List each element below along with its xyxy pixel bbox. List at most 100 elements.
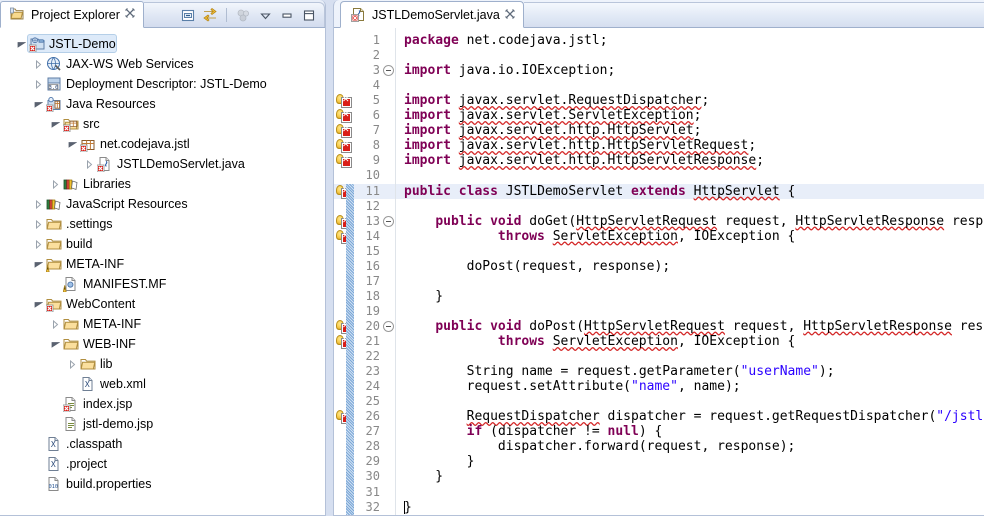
line-number: 29 bbox=[366, 454, 380, 469]
code-line[interactable]: import javax.servlet.http.HttpServletReq… bbox=[404, 138, 756, 153]
line-number-value: 17 bbox=[365, 273, 380, 288]
code-line-text: public void doGet(HttpServletRequest req… bbox=[435, 213, 984, 229]
code-line[interactable]: String name = request.getParameter("user… bbox=[404, 364, 835, 379]
chevron-right-icon[interactable] bbox=[82, 154, 96, 174]
line-number-value: 3 bbox=[372, 63, 380, 78]
tree-item-build-properties[interactable]: 010 build.properties bbox=[0, 474, 325, 494]
line-number: 12 bbox=[366, 199, 380, 214]
code-line[interactable]: } bbox=[404, 500, 412, 515]
line-number: 7 bbox=[373, 123, 380, 138]
tree-item-lib[interactable]: lib bbox=[0, 354, 325, 374]
tree-item-jstldemoservlet-java[interactable]: JSTLDemoServlet.java bbox=[0, 154, 325, 174]
tree-item-net-codejava-jstl[interactable]: net.codejava.jstl bbox=[0, 134, 325, 154]
code-line[interactable]: dispatcher.forward(request, response); bbox=[404, 439, 795, 454]
tree-item-build[interactable]: build bbox=[0, 234, 325, 254]
fold-collapse-icon[interactable] bbox=[383, 65, 394, 77]
tree-item-index-jsp[interactable]: index.jsp bbox=[0, 394, 325, 414]
chevron-right-icon[interactable] bbox=[65, 354, 79, 374]
tree-item-javascript-resources[interactable]: JavaScript Resources bbox=[0, 194, 325, 214]
quickfix-error-marker-icon[interactable] bbox=[336, 138, 354, 154]
source-code-area[interactable]: 1234567891011121314151617181920212223242… bbox=[334, 27, 984, 515]
code-line[interactable]: RequestDispatcher dispatcher = request.g… bbox=[404, 409, 984, 424]
chevron-down-icon[interactable] bbox=[31, 94, 45, 114]
project-tree-area[interactable]: JSTL-Demo JAX-WS Web Services 3.0 Deploymen… bbox=[0, 27, 325, 515]
tree-item-meta-inf[interactable]: META-INF bbox=[0, 254, 325, 274]
editor-folding-gutter[interactable] bbox=[382, 28, 396, 515]
editor-source-text[interactable]: package net.codejava.jstl; import java.io… bbox=[396, 28, 984, 515]
chevron-down-icon[interactable] bbox=[48, 334, 62, 354]
chevron-down-icon[interactable] bbox=[256, 6, 274, 24]
chevron-right-icon[interactable] bbox=[31, 54, 45, 74]
code-line[interactable]: import javax.servlet.http.HttpServletRes… bbox=[404, 153, 764, 168]
chevron-right-icon[interactable] bbox=[31, 194, 45, 214]
tree-item-deployment-descriptor-jstl-demo[interactable]: 3.0 Deployment Descriptor: JSTL-Demo bbox=[0, 74, 325, 94]
folder-warning-icon bbox=[45, 255, 63, 273]
quickfix-error-marker-icon[interactable] bbox=[336, 108, 354, 124]
quickfix-error-marker-icon[interactable] bbox=[336, 123, 354, 139]
chevron-down-icon[interactable] bbox=[65, 134, 79, 154]
code-line[interactable]: if (dispatcher != null) { bbox=[404, 424, 663, 439]
folder-error-icon bbox=[45, 295, 63, 313]
project-tree[interactable]: JSTL-Demo JAX-WS Web Services 3.0 Deploymen… bbox=[0, 28, 325, 494]
svg-text:010: 010 bbox=[49, 484, 58, 490]
xml-file-icon: X bbox=[79, 375, 97, 393]
line-number: 27 bbox=[366, 424, 380, 439]
code-line[interactable]: import javax.servlet.http.HttpServlet; bbox=[404, 123, 701, 138]
tab-jstldemoservlet-java[interactable]: JSTLDemoServlet.java bbox=[340, 1, 524, 28]
code-line[interactable]: } bbox=[404, 469, 443, 484]
chevron-right-icon[interactable] bbox=[31, 214, 45, 234]
tab-project-explorer[interactable]: Project Explorer bbox=[0, 1, 144, 28]
code-line[interactable]: doPost(request, response); bbox=[404, 259, 671, 274]
tree-item-jstl-demo[interactable]: JSTL-Demo bbox=[0, 34, 325, 54]
folder-icon bbox=[45, 235, 63, 253]
quickfix-error-marker-icon[interactable] bbox=[336, 93, 354, 109]
quickfix-error-marker-icon[interactable] bbox=[336, 153, 354, 169]
editor-marker-gutter[interactable] bbox=[334, 28, 356, 515]
tree-item-jstl-demo-jsp[interactable]: jstl-demo.jsp bbox=[0, 414, 325, 434]
chevron-down-icon[interactable] bbox=[31, 254, 45, 274]
close-icon[interactable] bbox=[504, 6, 515, 24]
line-number-value: 26 bbox=[365, 409, 380, 424]
code-line[interactable]: import java.io.IOException; bbox=[404, 63, 615, 78]
tree-item-project[interactable]: X .project bbox=[0, 454, 325, 474]
code-line[interactable]: throws ServletException, IOException { bbox=[404, 334, 795, 349]
code-line[interactable]: } bbox=[404, 454, 475, 469]
tree-item-label: META-INF bbox=[66, 257, 125, 271]
tree-item-meta-inf[interactable]: META-INF bbox=[0, 314, 325, 334]
code-line[interactable]: import javax.servlet.RequestDispatcher; bbox=[404, 93, 709, 108]
code-line[interactable]: import javax.servlet.ServletException; bbox=[404, 108, 701, 123]
chevron-right-icon[interactable] bbox=[31, 234, 45, 254]
code-line[interactable]: throws ServletException, IOException { bbox=[404, 229, 795, 244]
code-line[interactable]: request.setAttribute("name", name); bbox=[404, 379, 741, 394]
chevron-right-icon[interactable] bbox=[48, 314, 62, 334]
tree-item-settings[interactable]: .settings bbox=[0, 214, 325, 234]
chevron-down-icon[interactable] bbox=[48, 114, 62, 134]
code-line[interactable]: public void doGet(HttpServletRequest req… bbox=[404, 214, 984, 229]
code-line[interactable]: package net.codejava.jstl; bbox=[404, 33, 608, 48]
tree-item-manifest-mf[interactable]: MANIFEST.MF bbox=[0, 274, 325, 294]
tree-item-src[interactable]: src bbox=[0, 114, 325, 134]
minimize-icon[interactable] bbox=[278, 6, 296, 24]
line-number-value: 28 bbox=[365, 439, 380, 454]
maximize-icon[interactable] bbox=[300, 6, 318, 24]
code-line[interactable]: public void doPost(HttpServletRequest re… bbox=[404, 319, 984, 334]
fold-collapse-icon[interactable] bbox=[383, 215, 394, 227]
code-line[interactable]: public class JSTLDemoServlet extends Htt… bbox=[404, 184, 795, 199]
chevron-right-icon[interactable] bbox=[31, 74, 45, 94]
tree-item-libraries[interactable]: Libraries bbox=[0, 174, 325, 194]
tree-item-java-resources[interactable]: Java Resources bbox=[0, 94, 325, 114]
tree-item-web-xml[interactable]: Xweb.xml bbox=[0, 374, 325, 394]
link-with-editor-icon[interactable] bbox=[201, 6, 219, 24]
tree-item-classpath[interactable]: X .classpath bbox=[0, 434, 325, 454]
tree-item-jax-ws-web-services[interactable]: JAX-WS Web Services bbox=[0, 54, 325, 74]
tree-item-webcontent[interactable]: WebContent bbox=[0, 294, 325, 314]
close-icon[interactable] bbox=[125, 8, 135, 21]
fold-collapse-icon[interactable] bbox=[383, 320, 394, 332]
focus-active-task-icon[interactable] bbox=[234, 6, 252, 24]
chevron-down-icon[interactable] bbox=[31, 294, 45, 314]
chevron-down-icon[interactable] bbox=[14, 34, 28, 54]
chevron-right-icon[interactable] bbox=[48, 174, 62, 194]
tree-item-web-inf[interactable]: WEB-INF bbox=[0, 334, 325, 354]
code-line[interactable]: } bbox=[404, 289, 443, 304]
collapse-all-icon[interactable] bbox=[179, 6, 197, 24]
